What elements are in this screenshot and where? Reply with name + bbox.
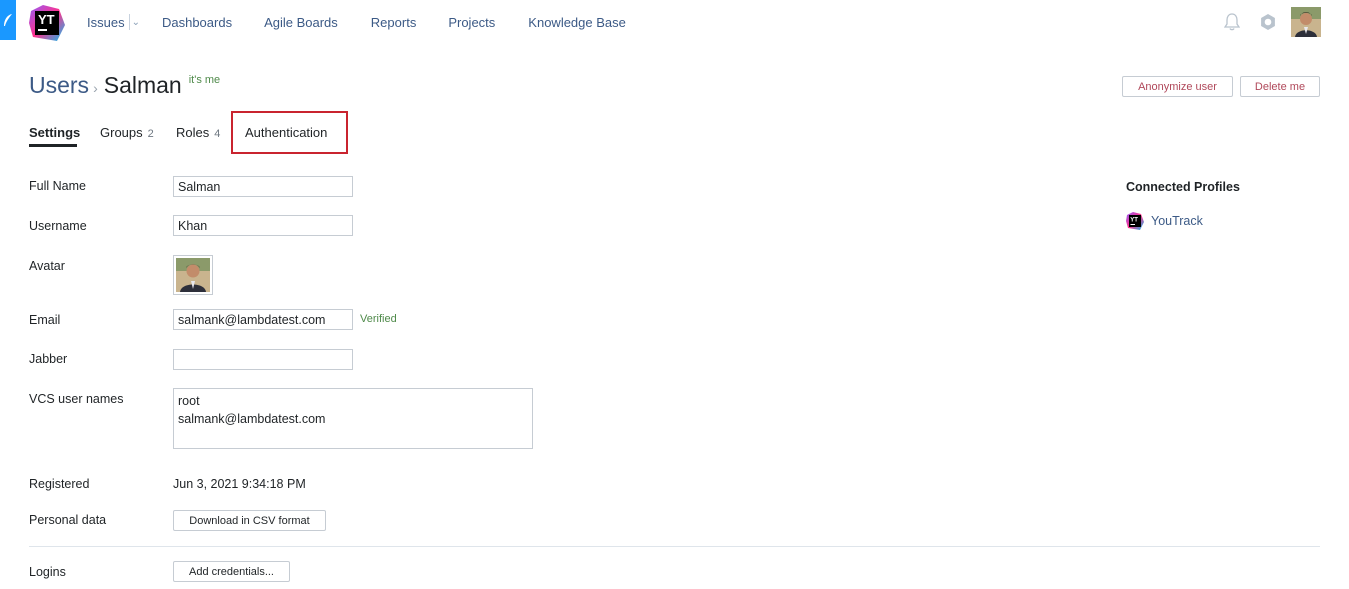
jabber-field[interactable] [173, 349, 353, 370]
avatar-label: Avatar [29, 259, 65, 273]
top-right-icons [1211, 7, 1321, 37]
avatar-image [176, 258, 210, 292]
nav-dashboards[interactable]: Dashboards [162, 15, 232, 30]
full-name-field[interactable] [173, 176, 353, 197]
tab-label: Roles [176, 125, 210, 140]
email-verified-status: Verified [360, 313, 397, 325]
username-field[interactable] [173, 215, 353, 236]
connected-profile-youtrack[interactable]: YT YouTrack [1126, 212, 1203, 230]
feather-icon [4, 14, 12, 26]
vcs-user-names-label: VCS user names [29, 392, 124, 406]
highlight-annotation [231, 111, 348, 154]
its-me-badge: it's me [188, 74, 221, 86]
personal-data-label: Personal data [29, 513, 107, 527]
breadcrumb: Users › Salman it's me [29, 72, 220, 99]
tab-roles[interactable]: Roles 4 [176, 125, 220, 140]
svg-text:YT: YT [1130, 218, 1138, 224]
bell-icon[interactable] [1217, 7, 1247, 37]
download-csv-button[interactable]: Download in CSV format [173, 510, 326, 531]
logins-label: Logins [29, 565, 66, 579]
nav-knowledge-base[interactable]: Knowledge Base [528, 15, 626, 30]
nav-reports[interactable]: Reports [371, 15, 417, 30]
youtrack-icon: YT [1126, 212, 1144, 230]
vcs-user-name: salmank@lambdatest.com [178, 412, 326, 426]
tab-count: 4 [214, 128, 221, 140]
full-name-label: Full Name [29, 179, 86, 193]
nav-issues[interactable]: Issues [87, 15, 125, 30]
nav-projects[interactable]: Projects [448, 15, 495, 30]
tab-label: Settings [29, 125, 81, 140]
vcs-user-name: root [178, 394, 200, 408]
avatar-picker[interactable] [173, 255, 213, 295]
tab-count: 2 [147, 128, 154, 140]
gear-icon[interactable] [1253, 7, 1283, 37]
logo-text: YT [38, 12, 55, 27]
breadcrumb-separator: › [93, 80, 98, 96]
breadcrumb-users-link[interactable]: Users [29, 72, 89, 99]
anonymize-user-button[interactable]: Anonymize user [1122, 76, 1233, 97]
top-navigation-bar: YT Issues ⌄ Dashboards Agile Boards Repo… [0, 0, 1349, 44]
tab-groups[interactable]: Groups 2 [100, 125, 154, 140]
nav-divider [128, 14, 130, 30]
user-avatar[interactable] [1291, 7, 1321, 37]
main-nav: Issues ⌄ Dashboards Agile Boards Reports… [87, 14, 626, 30]
add-credentials-button[interactable]: Add credentials... [173, 561, 290, 582]
tab-label: Groups [100, 125, 143, 140]
page-title: Salman [103, 72, 182, 98]
jabber-label: Jabber [29, 352, 68, 366]
nav-agile-boards[interactable]: Agile Boards [264, 15, 338, 30]
username-label: Username [29, 219, 87, 233]
active-tab-indicator [29, 144, 77, 147]
email-label: Email [29, 313, 61, 327]
sidebar-toggle[interactable] [0, 0, 16, 40]
section-divider [29, 546, 1320, 547]
delete-me-button[interactable]: Delete me [1240, 76, 1320, 97]
connected-profiles-title: Connected Profiles [1126, 180, 1240, 194]
vcs-user-names-field[interactable]: root salmank@lambdatest.com [173, 388, 533, 449]
connected-profile-label: YouTrack [1151, 214, 1203, 228]
youtrack-logo[interactable]: YT [29, 5, 65, 41]
chevron-down-icon[interactable]: ⌄ [132, 17, 140, 28]
registered-label: Registered [29, 477, 90, 491]
tab-settings[interactable]: Settings [29, 125, 80, 140]
registered-value: Jun 3, 2021 9:34:18 PM [173, 477, 306, 491]
email-field[interactable] [173, 309, 353, 330]
